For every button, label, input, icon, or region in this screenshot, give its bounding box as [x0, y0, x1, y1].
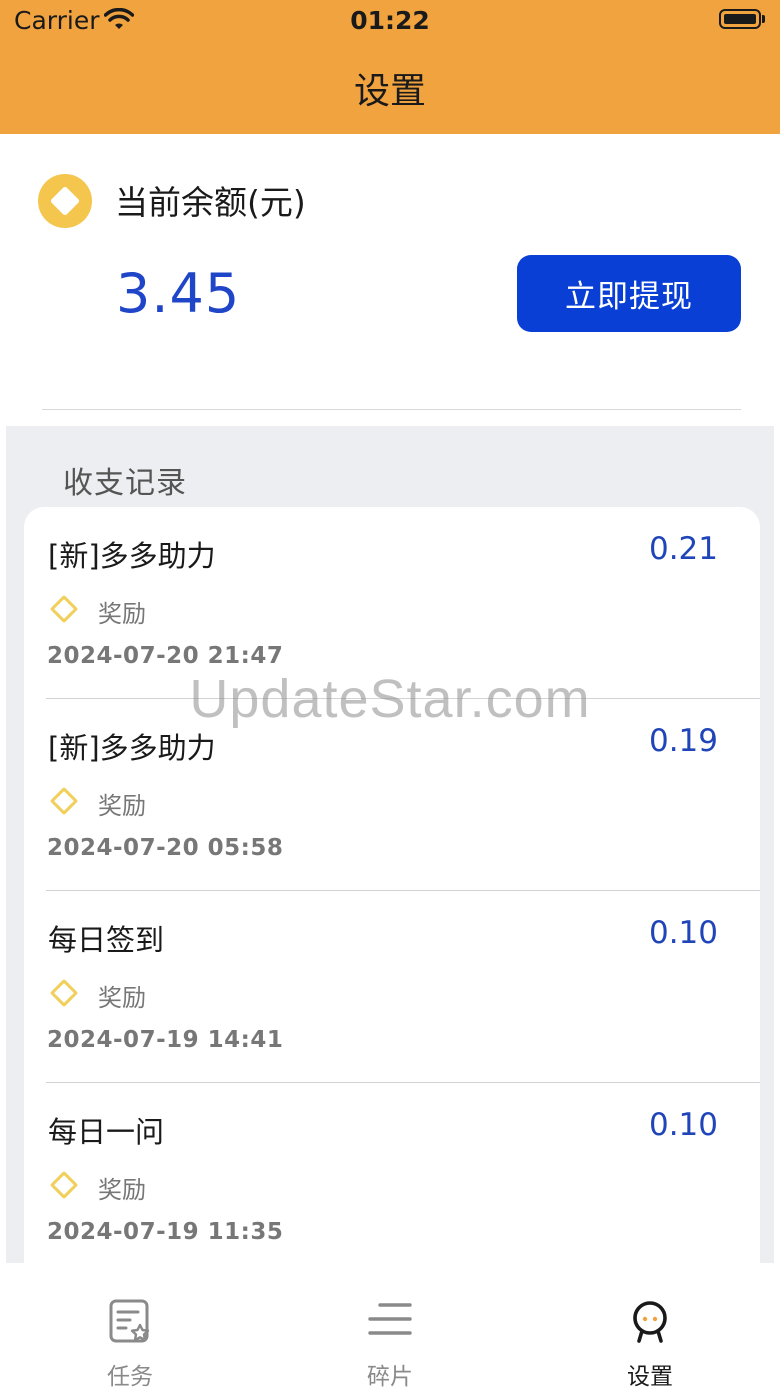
reward-diamond-icon	[48, 593, 80, 625]
record-type: 奖励	[98, 1176, 146, 1204]
records-title: 收支记录	[63, 466, 187, 501]
task-list-icon	[108, 1299, 152, 1343]
header: Carrier 01:22 设置	[0, 0, 780, 134]
tab-label: 设置	[627, 1364, 673, 1387]
reward-diamond-icon	[48, 1169, 80, 1201]
battery-icon	[719, 9, 761, 29]
records-list[interactable]: [新]多多助力 0.21 奖励 2024-07-20 21:47 [新]多多助力…	[24, 507, 760, 1307]
page-title: 设置	[353, 71, 426, 112]
record-type: 奖励	[98, 984, 146, 1012]
record-amount: 0.21	[648, 531, 718, 567]
status-bar: Carrier 01:22	[0, 0, 780, 44]
record-title: [新]多多助力	[48, 731, 216, 765]
divider	[42, 409, 741, 410]
record-time: 2024-07-20 05:58	[47, 835, 284, 861]
list-item[interactable]: 每日一问 0.10 奖励 2024-07-19 11:35	[24, 1083, 760, 1275]
menu-lines-icon	[368, 1299, 412, 1343]
tab-bar: 任务 碎片 设置	[0, 1263, 780, 1387]
tab-settings[interactable]: 设置	[570, 1263, 730, 1387]
record-amount: 0.10	[648, 1107, 718, 1143]
profile-icon	[628, 1299, 672, 1343]
balance-label: 当前余额(元)	[115, 183, 306, 222]
record-time: 2024-07-19 14:41	[47, 1027, 284, 1053]
tab-tasks[interactable]: 任务	[50, 1263, 210, 1387]
record-type: 奖励	[98, 600, 146, 628]
tab-label: 碎片	[367, 1364, 413, 1387]
record-title: 每日一问	[48, 1115, 165, 1149]
tab-fragments[interactable]: 碎片	[310, 1263, 470, 1387]
clock: 01:22	[350, 6, 430, 35]
battery-tip	[762, 15, 765, 23]
record-title: 每日签到	[48, 923, 165, 957]
list-item[interactable]: [新]多多助力 0.19 奖励 2024-07-20 05:58	[24, 699, 760, 891]
settings-screen: Carrier 01:22 设置 当前余额(元) 3.45 立即提现 收支记录 …	[0, 0, 780, 1387]
balance-value: 3.45	[116, 262, 241, 325]
list-item[interactable]: [新]多多助力 0.21 奖励 2024-07-20 21:47	[24, 507, 760, 699]
record-time: 2024-07-20 21:47	[47, 643, 284, 669]
record-title: [新]多多助力	[48, 539, 216, 573]
list-item[interactable]: 每日签到 0.10 奖励 2024-07-19 14:41	[24, 891, 760, 1083]
record-time: 2024-07-19 11:35	[47, 1219, 284, 1245]
record-type: 奖励	[98, 792, 146, 820]
withdraw-button[interactable]: 立即提现	[517, 255, 741, 332]
reward-diamond-icon	[48, 785, 80, 817]
coin-icon	[38, 174, 92, 228]
tab-label: 任务	[107, 1364, 153, 1387]
record-amount: 0.10	[648, 915, 718, 951]
record-amount: 0.19	[648, 723, 718, 759]
reward-diamond-icon	[48, 977, 80, 1009]
